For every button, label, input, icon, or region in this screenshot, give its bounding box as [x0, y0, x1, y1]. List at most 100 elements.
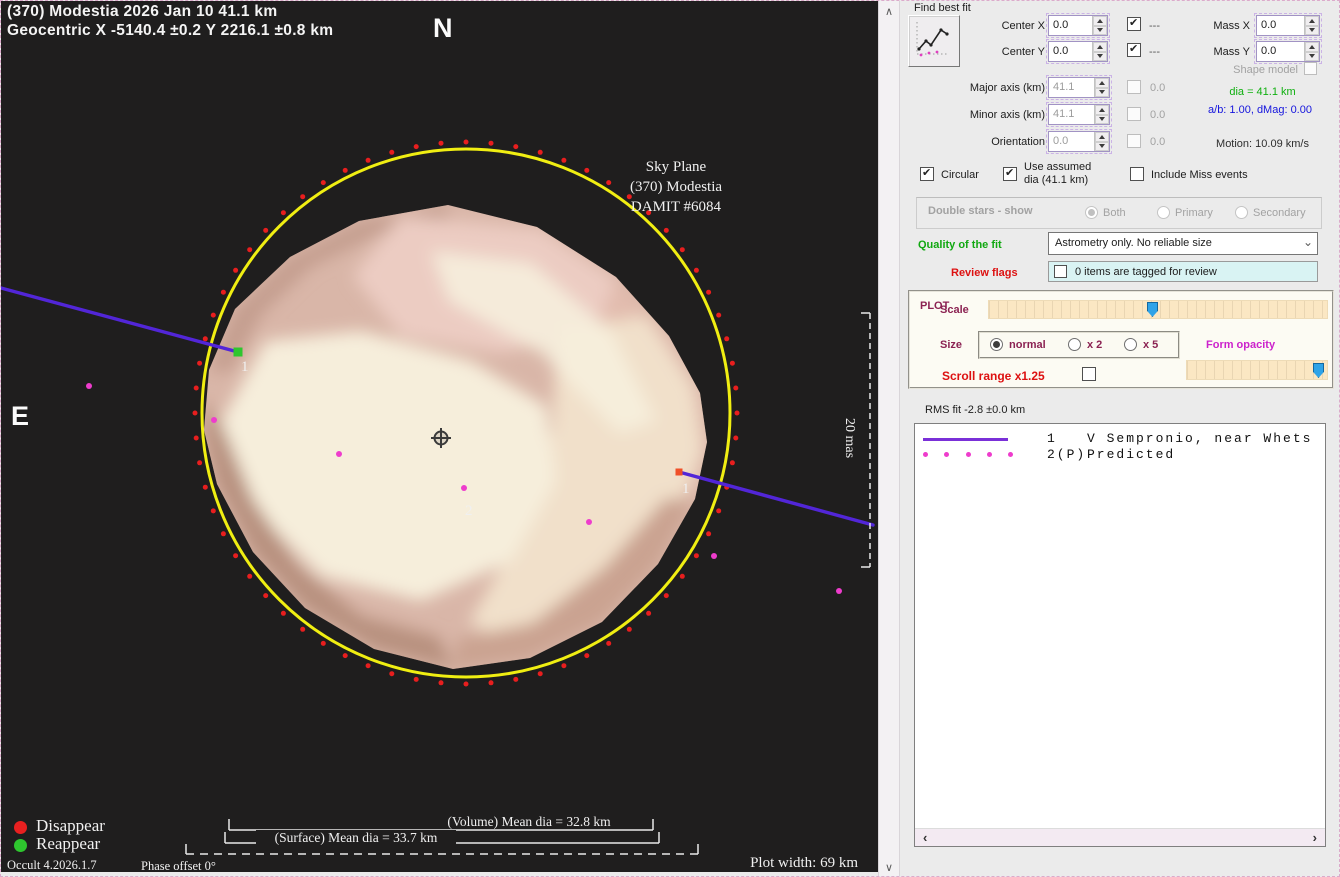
disappear-label: Disappear — [36, 816, 105, 836]
scroll-left-icon[interactable]: ‹ — [923, 830, 927, 845]
circular-checkbox[interactable] — [920, 167, 934, 181]
chord-number: 1 — [1047, 431, 1057, 446]
orientation-value[interactable]: 0.0 — [1049, 132, 1094, 151]
form-opacity-slider[interactable] — [1186, 360, 1328, 380]
limb-dot — [389, 671, 394, 676]
limb-dot — [489, 680, 494, 685]
limb-dot — [321, 180, 326, 185]
fit-plot-icon — [909, 16, 955, 62]
double-stars-secondary-radio[interactable] — [1235, 206, 1248, 219]
center-y-value[interactable]: 0.0 — [1049, 42, 1092, 61]
plot-panel-vertical-label: PLOT — [920, 298, 932, 315]
center-y-spin-up[interactable] — [1093, 42, 1107, 52]
quality-dropdown[interactable]: Astrometry only. No reliable size ⌄ — [1048, 232, 1318, 255]
center-x-spin-down[interactable] — [1093, 26, 1107, 36]
volume-mean-dia-label: (Volume) Mean dia = 32.8 km — [429, 814, 629, 830]
list-item[interactable]: 1 V Sempronio, near Whets — [915, 431, 1325, 447]
mass-y-spin-up[interactable] — [1305, 42, 1319, 52]
scroll-up-icon[interactable]: ∧ — [879, 5, 899, 18]
major-axis-spin-up[interactable] — [1095, 78, 1109, 88]
center-x-value[interactable]: 0.0 — [1049, 16, 1092, 35]
center-y-checkbox[interactable] — [1127, 43, 1141, 57]
orientation-spin-down[interactable] — [1095, 142, 1109, 152]
limb-dot — [513, 144, 518, 149]
scroll-range-checkbox[interactable] — [1082, 367, 1096, 381]
limb-dot — [730, 361, 735, 366]
center-x-checkbox[interactable] — [1127, 17, 1141, 31]
observed-chord — [1, 288, 238, 352]
mass-y-spin-down[interactable] — [1305, 52, 1319, 62]
center-x-input[interactable]: 0.0 — [1048, 15, 1108, 36]
center-x-spin-up[interactable] — [1093, 16, 1107, 26]
orientation-spin-up[interactable] — [1095, 132, 1109, 142]
form-opacity-slider-thumb[interactable] — [1313, 363, 1324, 378]
limb-dot — [706, 531, 711, 536]
main-vertical-scrollbar[interactable]: ∧ ∨ — [878, 1, 900, 877]
double-stars-primary-radio[interactable] — [1157, 206, 1170, 219]
limb-dot — [627, 627, 632, 632]
major-axis-input[interactable]: 41.1 — [1048, 77, 1110, 98]
limb-dot — [343, 168, 348, 173]
chevron-down-icon[interactable]: ⌄ — [1303, 235, 1313, 249]
limb-dot — [197, 460, 202, 465]
size-x2-label: x 2 — [1087, 339, 1102, 351]
limb-dot — [197, 361, 202, 366]
surface-mean-dia-label: (Surface) Mean dia = 33.7 km — [256, 830, 456, 846]
limb-dot — [733, 436, 738, 441]
include-miss-checkbox[interactable] — [1130, 167, 1144, 181]
limb-dot — [664, 593, 669, 598]
minor-axis-input[interactable]: 41.1 — [1048, 104, 1110, 125]
chord-number: 2(P) — [1047, 447, 1086, 462]
mass-y-input[interactable]: 0.0 — [1256, 41, 1320, 62]
mass-x-spin-down[interactable] — [1305, 26, 1319, 36]
fit-plot-button[interactable] — [908, 15, 960, 67]
limb-dot — [730, 460, 735, 465]
scale-slider-thumb[interactable] — [1147, 302, 1158, 317]
orientation-label: Orientation — [940, 136, 1045, 148]
mass-x-value[interactable]: 0.0 — [1257, 16, 1304, 35]
limb-dot — [561, 158, 566, 163]
size-x2-radio[interactable] — [1068, 338, 1081, 351]
chord-list-hscrollbar[interactable]: ‹ › — [915, 828, 1325, 846]
limb-dot — [680, 247, 685, 252]
limb-dot — [724, 336, 729, 341]
minor-axis-checkbox[interactable] — [1127, 107, 1141, 121]
chord-list[interactable]: 1 V Sempronio, near Whets 2(P) Predicted… — [914, 423, 1326, 847]
size-normal-radio[interactable] — [990, 338, 1003, 351]
orientation-checkbox[interactable] — [1127, 134, 1141, 148]
find-best-fit-panel: Find best fit Center X 0.0 --- Mass X 0.… — [900, 1, 1340, 877]
major-axis-spin-down[interactable] — [1095, 88, 1109, 98]
limb-dot — [584, 168, 589, 173]
predicted-dot — [336, 451, 342, 457]
scale-slider[interactable] — [988, 300, 1328, 319]
major-axis-checkbox[interactable] — [1127, 80, 1141, 94]
mass-x-input[interactable]: 0.0 — [1256, 15, 1320, 36]
event-marker — [676, 469, 683, 476]
double-stars-label: Double stars - show — [928, 205, 1033, 217]
size-x5-radio[interactable] — [1124, 338, 1137, 351]
sky-plane-plot[interactable]: 211 (370) Modestia 2026 Jan 10 41.1 km G… — [1, 1, 878, 872]
major-axis-value[interactable]: 41.1 — [1049, 78, 1094, 97]
minor-axis-spin-down[interactable] — [1095, 115, 1109, 125]
minor-axis-value[interactable]: 41.1 — [1049, 105, 1094, 124]
mass-x-spin-up[interactable] — [1305, 16, 1319, 26]
limb-dot — [321, 641, 326, 646]
shape-model-checkbox[interactable] — [1304, 62, 1317, 75]
orientation-input[interactable]: 0.0 — [1048, 131, 1110, 152]
minor-axis-spin-up[interactable] — [1095, 105, 1109, 115]
limb-dot — [414, 144, 419, 149]
center-y-input[interactable]: 0.0 — [1048, 41, 1108, 62]
limb-dot — [538, 671, 543, 676]
chord-name: Predicted — [1087, 447, 1175, 462]
review-flags-checkbox[interactable] — [1054, 265, 1067, 278]
list-item[interactable]: 2(P) Predicted — [915, 447, 1325, 463]
scroll-right-icon[interactable]: › — [1313, 830, 1317, 845]
scroll-down-icon[interactable]: ∨ — [879, 861, 899, 874]
center-x-label: Center X — [960, 20, 1045, 32]
use-assumed-checkbox[interactable] — [1003, 167, 1017, 181]
limb-dot — [513, 677, 518, 682]
mass-y-value[interactable]: 0.0 — [1257, 42, 1304, 61]
limb-dot — [716, 508, 721, 513]
center-y-spin-down[interactable] — [1093, 52, 1107, 62]
double-stars-both-radio[interactable] — [1085, 206, 1098, 219]
